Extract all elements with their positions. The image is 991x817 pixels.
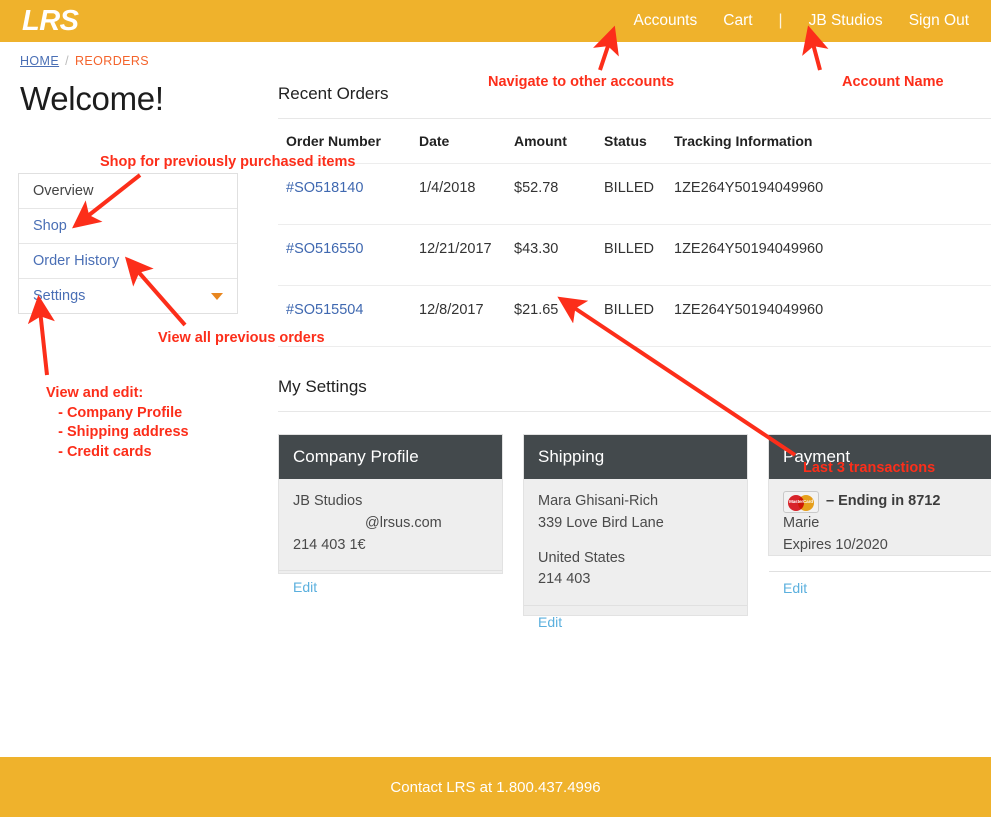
- order-number-link[interactable]: #SO518140: [286, 180, 363, 196]
- card-body: Mara Ghisani-Rich 339 Love Bird Lane Uni…: [524, 479, 747, 605]
- payment-holder: Marie: [783, 515, 820, 531]
- sidebar-item-label: Order History: [33, 253, 120, 269]
- order-amount: $21.65: [508, 285, 598, 347]
- card-company-profile: Company Profile JB Studios @lrsus.com 21…: [278, 434, 503, 595]
- right-column: Recent Orders Order Number Date Amount S…: [258, 68, 991, 630]
- sidebar-menu: Overview Shop Order History Settings: [18, 173, 238, 314]
- breadcrumb-home[interactable]: HOME: [20, 54, 59, 68]
- table-header-row: Order Number Date Amount Status Tracking…: [278, 119, 991, 164]
- column-header-status: Status: [598, 119, 668, 164]
- card-heading: Payment: [769, 435, 991, 479]
- card-footer: Edit: [524, 605, 747, 642]
- sidebar-item-overview[interactable]: Overview: [19, 174, 237, 209]
- column-header-amount: Amount: [508, 119, 598, 164]
- settings-cards: Company Profile JB Studios @lrsus.com 21…: [278, 434, 991, 630]
- card-footer: Edit: [769, 570, 991, 608]
- edit-company-profile-link[interactable]: Edit: [293, 579, 317, 595]
- card-heading: Shipping: [524, 435, 747, 479]
- table-row: #SO516550 12/21/2017 $43.30 BILLED 1ZE26…: [278, 224, 991, 286]
- mastercard-icon-label: MasterCard: [789, 499, 813, 504]
- breadcrumb: HOME / REORDERS: [0, 42, 991, 68]
- order-number-link[interactable]: #SO515504: [286, 302, 363, 318]
- card-heading: Company Profile: [279, 435, 502, 479]
- order-status: BILLED: [598, 163, 668, 225]
- shipping-street: 339 Love Bird Lane: [538, 514, 664, 531]
- sidebar-item-order-history[interactable]: Order History: [19, 244, 237, 279]
- edit-shipping-link[interactable]: Edit: [538, 614, 562, 630]
- recent-orders-title: Recent Orders: [278, 84, 991, 119]
- table-row: #SO518140 1/4/2018 $52.78 BILLED 1ZE264Y…: [278, 163, 991, 225]
- order-amount: $52.78: [508, 163, 598, 225]
- nav-cart[interactable]: Cart: [723, 12, 752, 30]
- company-email: @lrsus.com: [365, 514, 442, 531]
- shipping-recipient: Mara Ghisani-Rich: [538, 493, 659, 509]
- chevron-down-icon[interactable]: [211, 292, 223, 300]
- sidebar-item-label: Overview: [33, 183, 94, 199]
- sidebar-item-settings[interactable]: Settings: [19, 279, 237, 313]
- order-amount: $43.30: [508, 224, 598, 286]
- nav-account-name[interactable]: JB Studios: [809, 12, 883, 30]
- order-status: BILLED: [598, 224, 668, 286]
- order-tracking: 1ZE264Y50194049960: [668, 163, 991, 225]
- company-name: JB Studios: [293, 493, 363, 509]
- column-header-date: Date: [413, 119, 508, 164]
- page-title: Welcome!: [20, 80, 164, 117]
- shipping-country: United States: [538, 549, 626, 566]
- payment-card-line: MasterCard – Ending in 8712: [783, 491, 978, 513]
- card-body: MasterCard – Ending in 8712 Marie Expire…: [769, 479, 991, 571]
- sidebar-item-label: Shop: [33, 218, 67, 234]
- sidebar-item-label: Settings: [33, 288, 86, 304]
- main-nav: Accounts Cart | JB Studios Sign Out: [633, 12, 969, 30]
- column-header-tracking: Tracking Information: [668, 119, 991, 164]
- footer: Contact LRS at 1.800.437.4996: [0, 757, 991, 817]
- column-header-order-number: Order Number: [278, 119, 413, 164]
- payment-expires: Expires 10/2020: [783, 536, 888, 553]
- mastercard-icon: MasterCard: [783, 491, 819, 513]
- edit-payment-link[interactable]: Edit: [783, 580, 807, 596]
- breadcrumb-current: REORDERS: [74, 54, 150, 68]
- breadcrumb-separator: /: [65, 54, 69, 68]
- recent-orders-table: Order Number Date Amount Status Tracking…: [278, 119, 991, 347]
- page-content: Welcome! Overview Shop Order History Set…: [0, 68, 991, 630]
- card-payment: Payment MasterCard – Ending in 8712 Mari…: [768, 434, 991, 596]
- nav-separator: |: [778, 12, 783, 29]
- order-date: 1/4/2018: [413, 163, 508, 225]
- company-phone: 214 403 1€: [293, 536, 366, 553]
- table-row: #SO515504 12/8/2017 $21.65 BILLED 1ZE264…: [278, 285, 991, 347]
- card-shipping: Shipping Mara Ghisani-Rich 339 Love Bird…: [523, 434, 748, 630]
- footer-contact-text: Contact LRS at 1.800.437.4996: [390, 778, 601, 796]
- order-date: 12/21/2017: [413, 224, 508, 286]
- order-date: 12/8/2017: [413, 285, 508, 347]
- order-number-link[interactable]: #SO516550: [286, 241, 363, 257]
- nav-accounts[interactable]: Accounts: [633, 12, 697, 30]
- order-status: BILLED: [598, 285, 668, 347]
- card-footer: Edit: [279, 570, 502, 607]
- left-column: Welcome! Overview Shop Order History Set…: [18, 68, 258, 616]
- my-settings-title: My Settings: [278, 377, 991, 412]
- nav-sign-out[interactable]: Sign Out: [909, 12, 969, 30]
- lrs-logo[interactable]: LRS: [22, 6, 79, 36]
- shipping-postal: 214 403: [538, 571, 591, 588]
- sidebar-item-shop[interactable]: Shop: [19, 209, 237, 244]
- order-tracking: 1ZE264Y50194049960: [668, 285, 991, 347]
- top-navigation-bar: LRS Accounts Cart | JB Studios Sign Out: [0, 0, 991, 42]
- payment-ending: – Ending in 8712: [826, 493, 941, 510]
- order-tracking: 1ZE264Y50194049960: [668, 224, 991, 286]
- card-body: JB Studios @lrsus.com 214 403 1€: [279, 479, 502, 570]
